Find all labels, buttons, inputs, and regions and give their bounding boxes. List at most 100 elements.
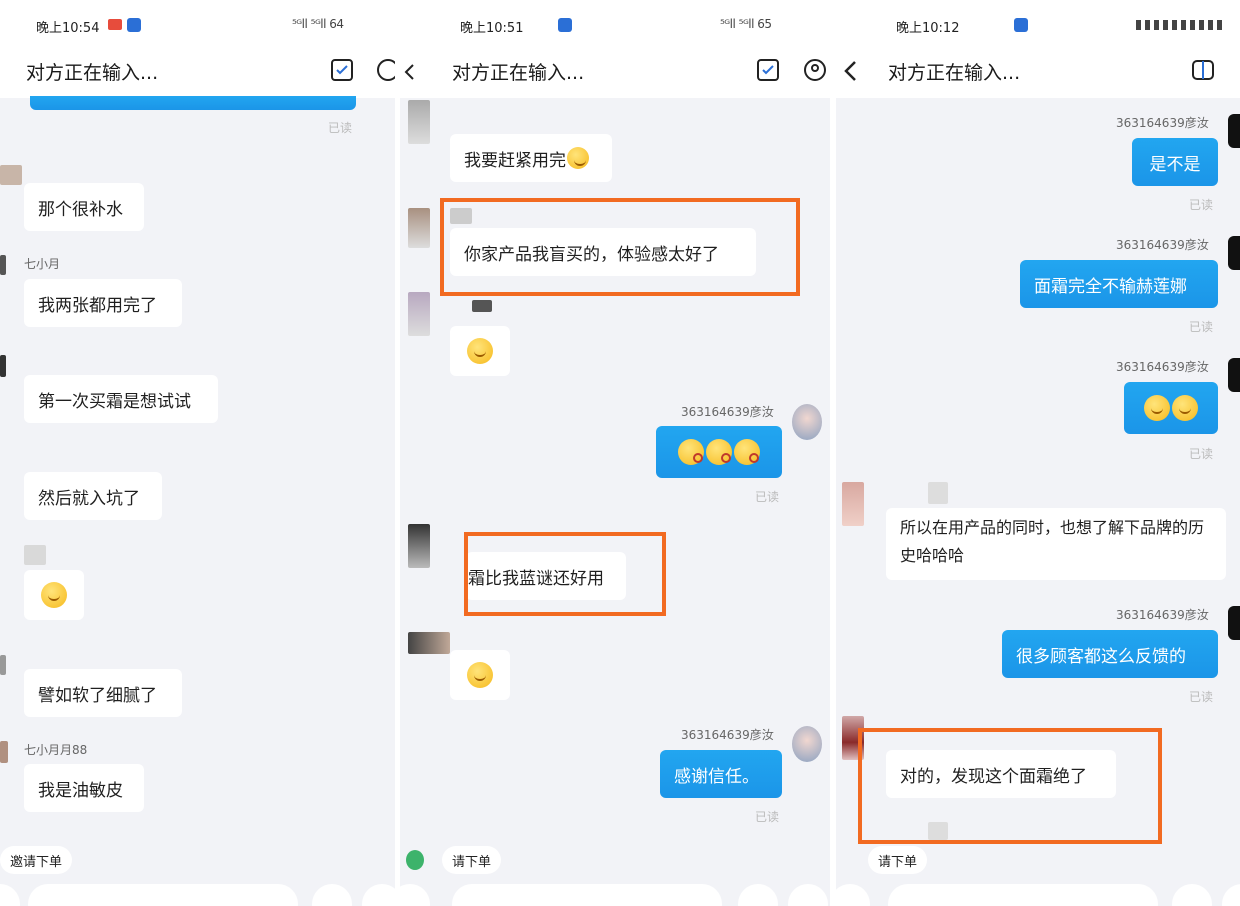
chat-header: 对方正在输入... [836,50,1240,98]
checklist-icon[interactable] [756,58,780,82]
highlight-box [440,198,800,296]
avatar [472,300,492,312]
message-bubble-incoming: 我两张都用完了 [24,279,182,327]
app-badge-icon [127,18,141,32]
emoji-button[interactable] [1172,884,1212,906]
status-bar: 晚上10:51 ⁵ᴳll ⁵ᴳll 65 [400,0,830,50]
message-bubble-outgoing: 很多顾客都这么反馈的 [1002,630,1218,678]
back-icon[interactable] [402,62,416,82]
notification-icon [108,19,122,30]
emoji-icon [734,439,760,465]
app-badge-icon [1014,18,1028,32]
message-bubble-incoming: 我要赶紧用完 [450,134,612,182]
emoji-button[interactable] [738,884,778,906]
add-button[interactable] [1222,884,1240,906]
chat-screenshot-3: 晚上10:12 对方正在输入... 363164639彦汝 是不是 已读 363… [836,0,1240,906]
emoji-icon [1144,395,1170,421]
message-bubble-incoming: 我是油敏皮 [24,764,144,812]
avatar [408,632,450,654]
emoji-icon [567,147,589,169]
order-icon [406,850,424,870]
status-bar: 晚上10:54 ⁵ᴳll ⁵ᴳll 64 [0,0,395,50]
profile-icon[interactable] [803,58,827,82]
invite-order-chip[interactable]: 邀请下单 [0,846,73,874]
emoji-icon [41,582,67,608]
sender-name: 363164639彦汝 [1116,608,1209,622]
avatar [792,404,822,440]
voice-button[interactable] [400,884,430,906]
order-chip[interactable]: 请下单 [442,846,502,874]
message-bubble-incoming [24,570,84,620]
panel-divider [830,0,836,906]
back-icon[interactable] [842,59,858,83]
message-bubble-outgoing: 是不是 [1132,138,1218,186]
avatar [408,208,430,248]
message-text: 我要赶紧用完 [464,150,566,171]
avatar [0,165,22,185]
message-bubble-incoming: 第一次买霜是想试试 [24,375,218,423]
avatar [842,482,864,526]
avatar [1228,236,1240,270]
chat-title: 对方正在输入... [26,62,159,84]
chat-screenshot-2: 晚上10:51 ⁵ᴳll ⁵ᴳll 65 对方正在输入... 我要赶紧用完 你家… [400,0,830,906]
message-bubble-outgoing [656,426,782,478]
sender-name: 七小月 [24,257,61,271]
highlight-box [464,532,666,616]
message-bubble-incoming: 所以在用产品的同时，也想了解下品牌的历史哈哈哈 [886,508,1226,580]
avatar [408,100,430,144]
chat-header: 对方正在输入... [400,50,830,98]
message-bubble-incoming [450,326,510,376]
message-bubble-outgoing [30,96,356,110]
emoji-icon [706,439,732,465]
message-bubble-incoming: 譬如软了细腻了 [24,669,182,717]
read-receipt: 已读 [755,810,780,824]
chat-title: 对方正在输入... [452,62,585,84]
message-input[interactable] [28,884,298,906]
profile-icon[interactable] [376,58,395,82]
message-bubble-incoming: 然后就入坑了 [24,472,162,520]
message-bubble-outgoing: 感谢信任。 [660,750,782,798]
status-bar: 晚上10:12 [836,0,1240,50]
avatar [0,741,8,763]
sender-name: 363164639彦汝 [681,728,774,742]
signal-battery: ⁵ᴳll ⁵ᴳll 64 [292,17,344,31]
add-button[interactable] [362,884,395,906]
sender-name: 363164639彦汝 [1116,360,1209,374]
avatar [1228,606,1240,640]
checklist-icon[interactable] [330,58,354,82]
status-time: 晚上10:51 [460,21,524,36]
avatar [408,524,430,568]
sender-name: 363164639彦汝 [681,405,774,419]
message-input[interactable] [452,884,722,906]
status-time: 晚上10:12 [896,21,960,36]
avatar [0,355,6,377]
highlight-box [858,728,1162,844]
message-input[interactable] [888,884,1158,906]
status-time: 晚上10:54 [36,21,100,36]
voice-button[interactable] [0,884,20,906]
read-receipt: 已读 [1189,198,1214,212]
chat-title: 对方正在输入... [888,62,1021,84]
shop-icon[interactable] [1190,58,1216,82]
avatar [0,655,6,675]
read-receipt: 已读 [1189,320,1214,334]
avatar [408,292,430,336]
emoji-icon [467,338,493,364]
message-bubble-incoming [450,650,510,700]
avatar [1228,358,1240,392]
voice-button[interactable] [836,884,870,906]
add-button[interactable] [788,884,828,906]
app-badge-icon [558,18,572,32]
message-bubble-outgoing: 面霜完全不输赫莲娜 [1020,260,1218,308]
read-receipt: 已读 [328,121,353,135]
message-bubble-incoming: 那个很补水 [24,183,144,231]
emoji-icon [467,662,493,688]
avatar [0,255,6,275]
order-chip[interactable]: 请下单 [868,846,928,874]
read-receipt: 已读 [1189,690,1214,704]
avatar [792,726,822,762]
chat-header: 对方正在输入... [0,50,395,98]
emoji-button[interactable] [312,884,352,906]
sender-name: 363164639彦汝 [1116,238,1209,252]
chat-screenshot-1: 晚上10:54 ⁵ᴳll ⁵ᴳll 64 对方正在输入... 已读 那个很补水 … [0,0,395,906]
